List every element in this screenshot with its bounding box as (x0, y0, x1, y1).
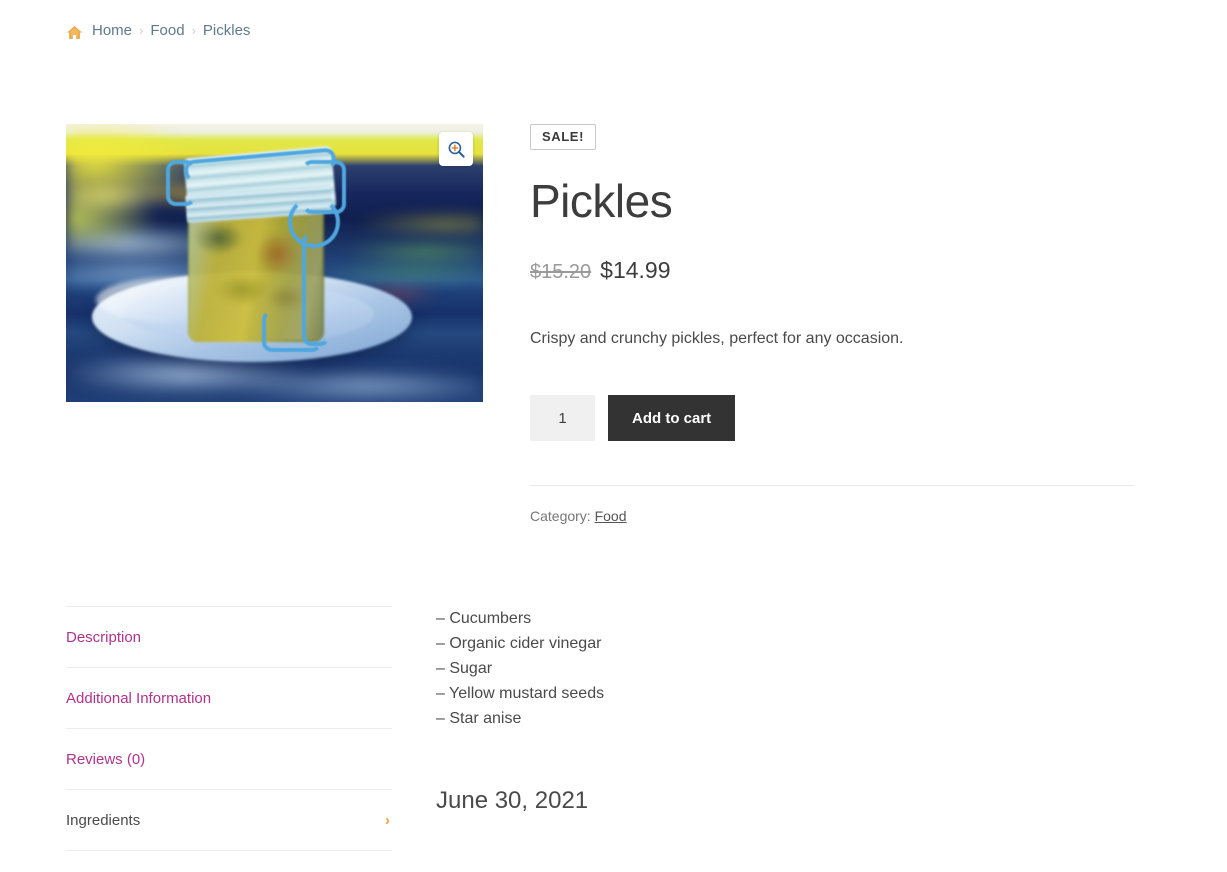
product-image[interactable] (66, 124, 483, 402)
product-price: $15.20 $14.99 (530, 256, 1134, 283)
status-badge-sale: SALE! (530, 124, 596, 150)
tab-label: Reviews (0) (66, 751, 146, 768)
price-regular: $15.20 (530, 260, 592, 283)
price-sale: $14.99 (600, 256, 671, 283)
list-item: – Sugar (436, 660, 493, 677)
add-to-cart-button[interactable]: Add to cart (608, 395, 736, 442)
list-item: – Cucumbers (436, 610, 532, 627)
product-short-description: Crispy and crunchy pickles, perfect for … (530, 329, 904, 347)
product-page: Home › Food › Pickles SALE! Pickles $15.… (0, 0, 1227, 872)
list-item: – Organic cider vinegar (436, 635, 602, 652)
tab-label: Additional Information (66, 690, 212, 707)
breadcrumb-current-pickles: Pickles (202, 22, 251, 39)
tab-reviews[interactable]: Reviews (0) (66, 728, 392, 789)
tab-ingredients[interactable]: Ingredients › (66, 789, 392, 851)
tab-description[interactable]: Description (66, 606, 392, 667)
breadcrumb-link-home[interactable]: Home (92, 20, 132, 42)
tab-panel-ingredients: – Cucumbers – Organic cider vinegar – Su… (436, 606, 1036, 815)
magnifier-plus-icon[interactable] (439, 132, 473, 166)
jar-clasp-shape (262, 310, 322, 352)
product-summary: SALE! Pickles $15.20 $14.99 Crispy and cr… (530, 124, 1134, 524)
panel-date: June 30, 2021 (436, 787, 589, 814)
breadcrumb-separator: › (191, 23, 196, 38)
tab-label: Ingredients (66, 812, 141, 829)
product-tabs: Description Additional Information Revie… (66, 606, 392, 851)
summary-divider (530, 485, 1134, 487)
list-item: – Star anise (436, 710, 522, 727)
product-meta: Category: Food (530, 508, 1134, 524)
breadcrumb-link-food[interactable]: Food (150, 20, 184, 42)
add-to-cart-form: Add to cart (530, 395, 1134, 442)
home-icon[interactable] (66, 24, 83, 41)
product-gallery[interactable] (66, 124, 483, 402)
breadcrumb: Home › Food › Pickles (66, 20, 250, 42)
chevron-right-icon: › (385, 812, 390, 829)
breadcrumb-separator: › (139, 23, 144, 38)
tab-additional-information[interactable]: Additional Information (66, 667, 392, 728)
tab-label: Description (66, 629, 142, 646)
category-link-food[interactable]: Food (595, 508, 627, 524)
list-item: – Yellow mustard seeds (436, 685, 605, 702)
quantity-input[interactable] (530, 395, 595, 442)
category-label: Category: (530, 508, 591, 525)
page-title: Pickles (530, 175, 673, 227)
